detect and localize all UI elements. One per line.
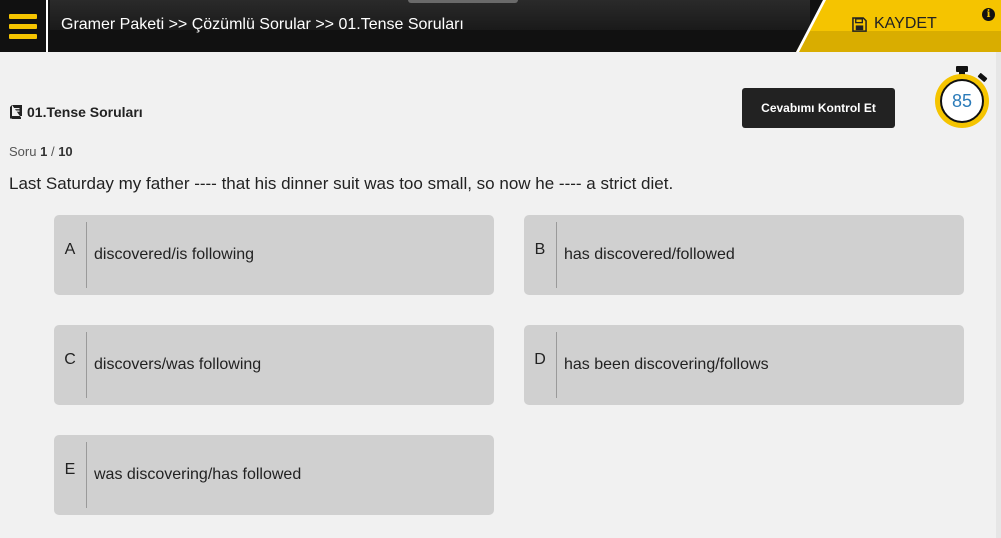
option-text: has been discovering/follows	[564, 356, 769, 373]
breadcrumb: Gramer Paketi >> Çözümlü Sorular >> 01.T…	[61, 16, 464, 33]
option-divider	[556, 222, 557, 288]
counter-total: 10	[58, 144, 73, 159]
option-letter: E	[64, 461, 76, 478]
quiz-title: 01.Tense Soruları	[9, 104, 143, 120]
stopwatch-face: 85	[935, 74, 989, 128]
quiz-title-text: 01.Tense Soruları	[27, 104, 143, 120]
book-icon	[10, 105, 22, 119]
floppy-disk-icon	[852, 16, 867, 32]
option-letter: A	[64, 241, 76, 258]
option-divider	[86, 332, 87, 398]
save-label: KAYDET	[874, 15, 937, 32]
option-e[interactable]: E was discovering/has followed	[54, 435, 494, 515]
option-text: has discovered/followed	[564, 246, 735, 263]
counter-current: 1	[40, 144, 48, 159]
menu-bar	[9, 23, 37, 29]
question-counter: Soru 1 / 10	[9, 144, 73, 159]
counter-prefix: Soru	[9, 144, 37, 159]
option-text: was discovering/has followed	[94, 466, 302, 483]
counter-separator: /	[50, 144, 55, 159]
option-letter: D	[534, 351, 546, 368]
top-notch	[408, 0, 518, 3]
option-d[interactable]: D has been discovering/follows	[524, 325, 964, 405]
option-divider	[86, 222, 87, 288]
save-area: KAYDET	[796, 0, 1001, 52]
check-answer-button[interactable]: Cevabımı Kontrol Et	[742, 88, 895, 128]
option-divider	[86, 442, 87, 508]
option-text: discovers/was following	[94, 356, 262, 373]
stopwatch-icon: 85	[933, 66, 991, 130]
option-divider	[556, 332, 557, 398]
question-text: Last Saturday my father ---- that his di…	[9, 174, 674, 193]
menu-bar	[9, 33, 37, 39]
hamburger-menu-icon[interactable]	[0, 0, 48, 52]
menu-bar	[9, 13, 37, 19]
option-text: discovered/is following	[94, 246, 255, 263]
top-bar: Gramer Paketi >> Çözümlü Sorular >> 01.T…	[0, 0, 1001, 52]
option-a[interactable]: A discovered/is following	[54, 215, 494, 295]
save-background-shade	[796, 31, 1001, 52]
save-button[interactable]: KAYDET	[852, 15, 937, 33]
option-letter: B	[534, 241, 546, 258]
timer-value: 85	[940, 79, 984, 123]
info-icon[interactable]: i	[982, 8, 995, 21]
quiz-page: Gramer Paketi >> Çözümlü Sorular >> 01.T…	[0, 0, 1001, 538]
option-c[interactable]: C discovers/was following	[54, 325, 494, 405]
option-letter: C	[64, 351, 76, 368]
option-b[interactable]: B has discovered/followed	[524, 215, 964, 295]
scrollbar-track[interactable]	[996, 52, 1001, 538]
